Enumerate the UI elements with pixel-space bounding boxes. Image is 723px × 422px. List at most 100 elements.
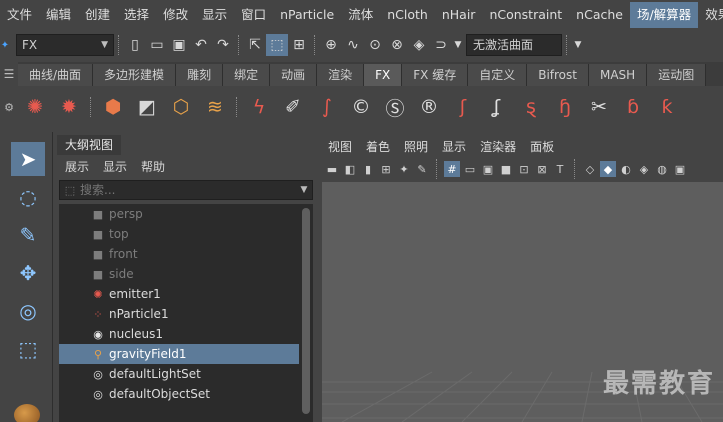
- c-constraint-icon[interactable]: ©: [346, 91, 376, 123]
- open-scene-icon[interactable]: ▭: [146, 34, 168, 56]
- shelf-tab[interactable]: 多边形建模: [93, 64, 177, 86]
- wireframe-on-shaded-icon[interactable]: ◐: [618, 161, 634, 177]
- chevron-down-icon[interactable]: ▼: [296, 185, 312, 195]
- volume-emitter-icon[interactable]: ✹: [54, 91, 84, 123]
- menu-item[interactable]: nCloth: [380, 2, 435, 28]
- hair-k-icon[interactable]: ƙ: [652, 91, 682, 123]
- hair-strands-icon[interactable]: ʃ: [448, 91, 478, 123]
- viewport-menu-item[interactable]: 照明: [404, 138, 428, 155]
- ncloth-create-icon[interactable]: ϟ: [244, 91, 274, 123]
- save-scene-icon[interactable]: ▣: [168, 34, 190, 56]
- outliner-menu-item[interactable]: 帮助: [141, 158, 165, 175]
- outliner-tab[interactable]: 大纲视图: [57, 135, 122, 155]
- shelf-tab[interactable]: FX 缓存: [402, 64, 469, 86]
- shelf-tab[interactable]: FX: [364, 64, 403, 86]
- snap-point-icon[interactable]: ⊙: [364, 34, 386, 56]
- input-caret-icon[interactable]: ▼: [572, 34, 584, 56]
- curve-hair-icon[interactable]: ∫: [312, 91, 342, 123]
- safe-title-icon[interactable]: T: [552, 161, 568, 177]
- fluid-container-icon[interactable]: ⬢: [98, 91, 128, 123]
- outliner-item[interactable]: ◎ defaultLightSet: [59, 364, 299, 384]
- outliner-item[interactable]: ⚲ gravityField1: [59, 344, 299, 364]
- shelf-tab[interactable]: MASH: [588, 64, 648, 86]
- filter-icon[interactable]: ⬚: [60, 184, 80, 197]
- viewport-menu-item[interactable]: 面板: [530, 138, 554, 155]
- viewport-canvas[interactable]: 最需教育: [322, 182, 723, 422]
- select-object-icon[interactable]: ⬚: [266, 34, 288, 56]
- menu-item[interactable]: 显示: [195, 2, 234, 28]
- outliner-menu-item[interactable]: 展示: [65, 158, 89, 175]
- snap-grid-icon[interactable]: ⊕: [320, 34, 342, 56]
- outliner-item[interactable]: ◉ nucleus1: [59, 324, 299, 344]
- rotate-tool-icon[interactable]: ◎: [11, 294, 45, 328]
- snap-surface-icon[interactable]: ◈: [408, 34, 430, 56]
- menu-item[interactable]: 创建: [78, 2, 117, 28]
- outliner-item[interactable]: ■ top: [59, 224, 299, 244]
- shelf-tab[interactable]: 绑定: [223, 64, 271, 86]
- menu-item[interactable]: nConstraint: [482, 2, 569, 28]
- menuset-dropdown[interactable]: FX ▼: [16, 34, 114, 56]
- shelf-tab[interactable]: 雕刻: [176, 64, 224, 86]
- smooth-shade-icon[interactable]: ◆: [600, 161, 616, 177]
- shadows-icon[interactable]: ▣: [672, 161, 688, 177]
- new-scene-icon[interactable]: ▯: [124, 34, 146, 56]
- live-caret-icon[interactable]: ▼: [452, 34, 464, 56]
- grid-toggle-icon[interactable]: #: [444, 161, 460, 177]
- image-plane-icon[interactable]: ⊞: [378, 161, 394, 177]
- r-constraint-icon[interactable]: ®: [414, 91, 444, 123]
- outliner-item[interactable]: ■ side: [59, 264, 299, 284]
- add-emitter-icon[interactable]: ⬡: [166, 91, 196, 123]
- hair-s-icon[interactable]: ȿ: [516, 91, 546, 123]
- outliner-item[interactable]: ◎ defaultObjectSet: [59, 384, 299, 404]
- brush-hair-icon[interactable]: ✐: [278, 91, 308, 123]
- undo-icon[interactable]: ↶: [190, 34, 212, 56]
- paint-select-tool-icon[interactable]: ✎: [11, 218, 45, 252]
- outliner-item[interactable]: ✺ emitter1: [59, 284, 299, 304]
- textured-icon[interactable]: ◈: [636, 161, 652, 177]
- menu-item[interactable]: nHair: [435, 2, 483, 28]
- menu-item[interactable]: nParticle: [273, 2, 341, 28]
- s-constraint-icon[interactable]: Ⓢ: [380, 91, 410, 123]
- camera-attr-icon[interactable]: ◧: [342, 161, 358, 177]
- shelf-menu-icon[interactable]: ☰: [0, 62, 18, 86]
- shelf-tab[interactable]: 运动图: [647, 64, 707, 86]
- snap-curve-icon[interactable]: ∿: [342, 34, 364, 56]
- select-component-icon[interactable]: ⊞: [288, 34, 310, 56]
- hair-curl-icon[interactable]: ʆ: [482, 91, 512, 123]
- viewport-menu-item[interactable]: 显示: [442, 138, 466, 155]
- emitter-icon[interactable]: ✺: [20, 91, 50, 123]
- outliner-item[interactable]: ⁘ nParticle1: [59, 304, 299, 324]
- hair-h-icon[interactable]: ɧ: [550, 91, 580, 123]
- ocean-icon[interactable]: ◩: [132, 91, 162, 123]
- menu-item[interactable]: 文件: [0, 2, 39, 28]
- hair-cut-icon[interactable]: ✂: [584, 91, 614, 123]
- outliner-menu-item[interactable]: 显示: [103, 158, 127, 175]
- outliner-item[interactable]: ■ front: [59, 244, 299, 264]
- outliner-scrollbar[interactable]: [299, 204, 313, 422]
- field-chart-icon[interactable]: ⊡: [516, 161, 532, 177]
- menu-item[interactable]: 修改: [156, 2, 195, 28]
- shelf-settings-icon[interactable]: ⚙: [0, 86, 18, 128]
- film-gate-icon[interactable]: ▭: [462, 161, 478, 177]
- shelf-tab[interactable]: 自定义: [468, 64, 528, 86]
- snap-view-icon[interactable]: ⊗: [386, 34, 408, 56]
- outliner-item[interactable]: ■ persp: [59, 204, 299, 224]
- menu-item[interactable]: 场/解算器: [629, 2, 699, 28]
- select-hierarchy-icon[interactable]: ⇱: [244, 34, 266, 56]
- safe-action-icon[interactable]: ⊠: [534, 161, 550, 177]
- menu-item[interactable]: 效果: [698, 2, 723, 28]
- viewport-menu-item[interactable]: 视图: [328, 138, 352, 155]
- lasso-tool-icon[interactable]: ◌: [11, 180, 45, 214]
- wind-icon[interactable]: ≋: [200, 91, 230, 123]
- grease-pencil-icon[interactable]: ✎: [414, 161, 430, 177]
- scrollbar-thumb[interactable]: [302, 208, 310, 414]
- hair-b-icon[interactable]: ɓ: [618, 91, 648, 123]
- gate-mask-icon[interactable]: ■: [498, 161, 514, 177]
- select-tool-icon[interactable]: ➤: [11, 142, 45, 176]
- scale-tool-icon[interactable]: ⬚: [11, 332, 45, 366]
- bookmark-icon[interactable]: ▮: [360, 161, 376, 177]
- menu-item[interactable]: 编辑: [39, 2, 78, 28]
- camera-select-icon[interactable]: ▬: [324, 161, 340, 177]
- menu-item[interactable]: 流体: [341, 2, 380, 28]
- lock-camera-icon[interactable]: ✦: [396, 161, 412, 177]
